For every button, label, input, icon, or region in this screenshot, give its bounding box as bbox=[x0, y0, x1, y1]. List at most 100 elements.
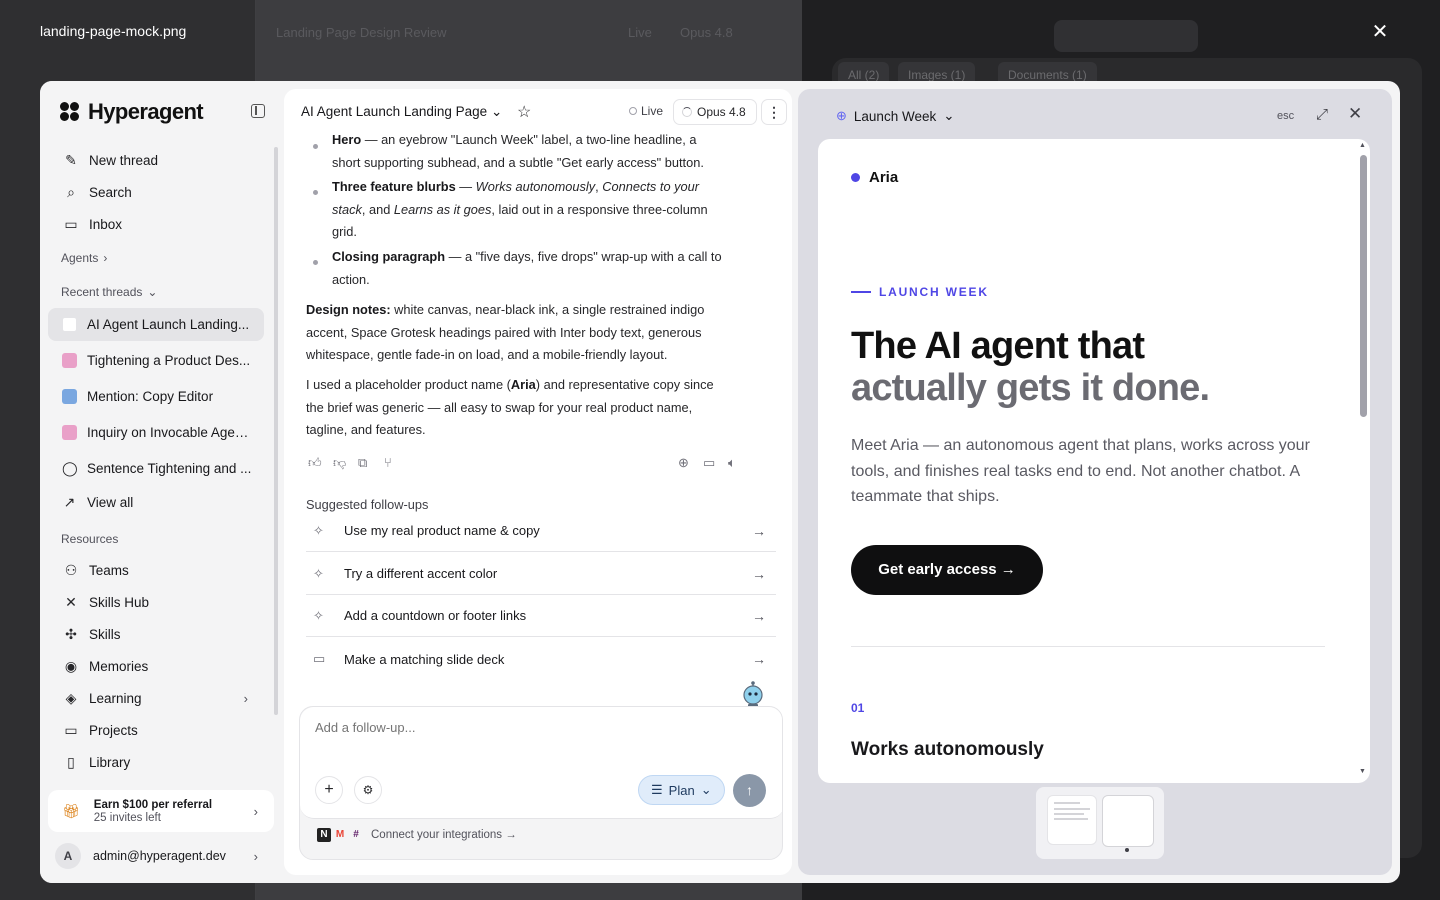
thread-item-3[interactable]: Inquiry on Invocable Agen... bbox=[48, 416, 264, 448]
followup-item-3[interactable]: ▭ Make a matching slide deck → bbox=[306, 638, 776, 680]
plan-mode-dropdown[interactable]: ☰ Plan ⌄ bbox=[638, 775, 725, 805]
chevron-right-icon: › bbox=[243, 690, 248, 706]
get-early-access-button[interactable]: Get early access → bbox=[851, 545, 1043, 595]
scroll-up-icon[interactable]: ▲ bbox=[1359, 142, 1366, 149]
brand-dot-icon bbox=[851, 173, 860, 182]
preview-scrollbar[interactable] bbox=[1360, 155, 1367, 417]
nav-skills-hub[interactable]: ✕ Skills Hub bbox=[48, 586, 264, 618]
copy-icon[interactable]: ⧉ bbox=[358, 455, 367, 471]
referral-subtitle: 25 invites left bbox=[93, 811, 161, 824]
chat-bubble-icon: ◯ bbox=[62, 459, 78, 476]
feature-number: 01 bbox=[851, 701, 865, 715]
followup-item-2[interactable]: ✧ Add a countdown or footer links → bbox=[306, 595, 776, 637]
features-dash: — bbox=[455, 179, 476, 194]
brand-logo[interactable]: Hyperagent bbox=[60, 99, 204, 125]
bullet bbox=[313, 260, 318, 265]
thumbs-down-icon[interactable]: 👎︎ bbox=[333, 455, 346, 471]
eyebrow-label: LAUNCH WEEK bbox=[851, 285, 989, 299]
followup-item-1[interactable]: ✧ Try a different accent color → bbox=[306, 553, 776, 595]
scroll-down-icon[interactable]: ▼ bbox=[1359, 768, 1366, 775]
chevron-right-icon: › bbox=[253, 848, 258, 864]
thumbnail-page-2[interactable] bbox=[1102, 795, 1154, 847]
chevron-down-icon: ⌄ bbox=[147, 285, 158, 299]
arrow-right-icon: → bbox=[752, 565, 766, 582]
nav-projects-label: Projects bbox=[89, 722, 138, 738]
nav-teams[interactable]: ⚇ Teams bbox=[48, 554, 264, 586]
assistant-mascot-icon[interactable] bbox=[741, 680, 765, 708]
features-tail: , laid out in a responsive three-column bbox=[491, 201, 708, 217]
hero-line-1: — an eyebrow "Launch Week" label, a two-… bbox=[361, 132, 697, 147]
nav-inbox[interactable]: ▭ Inbox bbox=[48, 208, 264, 240]
followup-label: Try a different accent color bbox=[344, 566, 498, 581]
present-icon[interactable]: ▭ bbox=[703, 455, 715, 471]
thread-title: AI Agent Launch Landing Page bbox=[301, 104, 488, 119]
features-line-3: grid. bbox=[332, 224, 357, 240]
recent-threads-section[interactable]: Recent threads ⌄ bbox=[61, 285, 157, 299]
thread-title-dropdown[interactable]: AI Agent Launch Landing Page ⌄ bbox=[301, 104, 502, 120]
referral-card[interactable]: 🎁︎ Earn $100 per referral 25 invites lef… bbox=[48, 790, 274, 832]
thread-item-1[interactable]: Tightening a Product Des... bbox=[48, 344, 264, 376]
chevron-down-icon: ⌄ bbox=[943, 108, 955, 123]
followup-item-0[interactable]: ✧ Use my real product name & copy → bbox=[306, 510, 776, 552]
nav-learning[interactable]: ◈ Learning › bbox=[48, 682, 264, 714]
sidebar-scrollbar[interactable] bbox=[274, 147, 278, 715]
branch-icon[interactable]: ⑂ bbox=[384, 455, 392, 470]
memories-icon: ◉ bbox=[64, 657, 78, 674]
hero-label: Hero bbox=[332, 132, 362, 147]
viewer-close-icon[interactable]: ✕ bbox=[1368, 20, 1392, 44]
thumbnail-page-1[interactable] bbox=[1047, 795, 1097, 845]
close-icon[interactable]: ✕ bbox=[1348, 104, 1362, 124]
nav-skills[interactable]: ✣ Skills bbox=[48, 618, 264, 650]
landing-page-preview: ▲ ▼ Aria LAUNCH WEEK The AI agent that a… bbox=[818, 139, 1370, 783]
sidebar-collapse-icon[interactable] bbox=[251, 104, 265, 118]
arrow-right-icon: → bbox=[752, 607, 766, 624]
inbox-icon: ▭ bbox=[64, 215, 78, 232]
agents-section[interactable]: Agents › bbox=[61, 251, 107, 265]
expand-icon[interactable]: ⤢ bbox=[1316, 106, 1328, 123]
slides-icon: ▭ bbox=[313, 651, 326, 666]
thread-thumbnail bbox=[62, 424, 77, 440]
speaker-icon[interactable]: 🔈︎ bbox=[728, 455, 736, 471]
more-options-icon[interactable]: ⋮ bbox=[761, 99, 787, 125]
nav-library[interactable]: ▯ Library bbox=[48, 746, 264, 778]
view-all-link[interactable]: ↗ View all bbox=[48, 486, 264, 518]
followup-input[interactable] bbox=[315, 720, 755, 735]
landing-brand[interactable]: Aria bbox=[851, 169, 898, 186]
nav-search[interactable]: ⌕ Search bbox=[48, 176, 264, 208]
add-attachment-icon[interactable]: + bbox=[315, 776, 343, 804]
nav-new-thread[interactable]: ✎ New thread bbox=[48, 144, 264, 176]
globe-icon[interactable]: ⊕ bbox=[678, 455, 689, 471]
live-toggle[interactable]: Live bbox=[629, 104, 663, 118]
screenshot-modal: Hyperagent ✎ New thread ⌕ Search ▭ Inbox… bbox=[40, 81, 1400, 883]
preview-title: Launch Week bbox=[853, 108, 937, 124]
connect-integrations-link[interactable]: N M # Connect your integrations → bbox=[317, 828, 517, 842]
live-status-icon bbox=[629, 107, 637, 115]
bullet bbox=[313, 190, 318, 195]
nav-projects[interactable]: ▭ Projects bbox=[48, 714, 264, 746]
model-label: Opus 4.8 bbox=[697, 105, 746, 119]
send-button[interactable]: ↑ bbox=[733, 774, 766, 807]
gift-icon: 🎁︎ bbox=[62, 802, 80, 819]
preview-title-dropdown[interactable]: ⊕ Launch Week ⌄ bbox=[836, 108, 955, 124]
hero-line-2: short supporting subhead, and a subtle "… bbox=[332, 154, 704, 170]
design-notes-label: Design notes: bbox=[306, 302, 391, 317]
background-live: Live bbox=[628, 25, 652, 40]
thread-item-2[interactable]: Mention: Copy Editor bbox=[48, 380, 264, 412]
nav-memories[interactable]: ◉ Memories bbox=[48, 650, 264, 682]
user-account[interactable]: A admin@hyperagent.dev › bbox=[48, 839, 274, 873]
thread-label: Mention: Copy Editor bbox=[87, 388, 214, 404]
teams-icon: ⚇ bbox=[64, 561, 78, 578]
plan-list-icon: ☰ bbox=[651, 782, 663, 797]
tools-settings-icon[interactable]: ⚙︎ bbox=[354, 776, 382, 804]
thread-item-4[interactable]: ◯ Sentence Tightening and ... bbox=[48, 452, 264, 484]
thread-item-0[interactable]: AI Agent Launch Landing... bbox=[48, 308, 264, 341]
nav-new-thread-label: New thread bbox=[89, 152, 159, 168]
star-icon[interactable]: ☆ bbox=[517, 102, 531, 122]
nav-skills-hub-label: Skills Hub bbox=[89, 594, 150, 610]
thread-label: Sentence Tightening and ... bbox=[87, 460, 252, 476]
thumbs-up-icon[interactable]: 👍︎ bbox=[308, 455, 322, 471]
hero-bullet-text: Hero — an eyebrow "Launch Week" label, a… bbox=[332, 129, 772, 174]
followup-label: Add a countdown or footer links bbox=[344, 608, 527, 623]
model-selector[interactable]: Opus 4.8 bbox=[673, 99, 757, 125]
subhead: Meet Aria — an autonomous agent that pla… bbox=[851, 437, 1310, 505]
